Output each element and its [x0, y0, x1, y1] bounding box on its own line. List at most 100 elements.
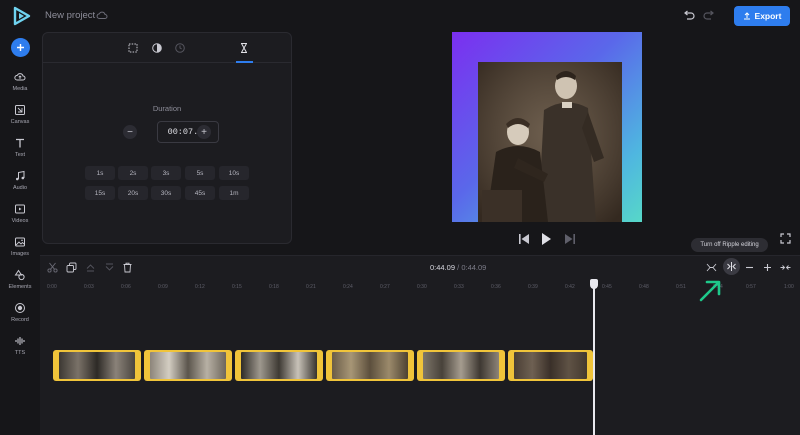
time-display: 0:44.09 / 0:44.09: [430, 263, 486, 272]
video-preview[interactable]: [452, 32, 642, 222]
fullscreen-icon[interactable]: [780, 233, 791, 244]
playhead-line[interactable]: [593, 284, 595, 435]
time-separator: /: [457, 263, 460, 272]
sidebar-item-record[interactable]: Record: [0, 302, 40, 332]
video-clip[interactable]: [235, 350, 323, 381]
image-icon: [15, 237, 25, 247]
zoom-in-icon[interactable]: [762, 262, 773, 273]
sidebar-label-elements: Elements: [8, 284, 32, 290]
sidebar-item-images[interactable]: Images: [0, 236, 40, 266]
canvas-icon: [15, 105, 25, 115]
ruler-tick: 0:00: [47, 284, 57, 290]
clip-thumbnails: [514, 352, 587, 379]
ruler-tick: 0:45: [602, 284, 612, 290]
move-up-icon[interactable]: [85, 262, 96, 273]
crop-icon[interactable]: [127, 42, 139, 54]
sidebar-label-record: Record: [11, 317, 29, 323]
timeline-ruler[interactable]: 0:00 0:03 0:06 0:09 0:12 0:15 0:18 0:21 …: [40, 279, 800, 295]
ruler-tick: 0:12: [195, 284, 205, 290]
preset-button[interactable]: 15s: [85, 186, 115, 200]
scissors-icon[interactable]: [47, 262, 58, 273]
video-clip[interactable]: [417, 350, 505, 381]
sidebar-item-elements[interactable]: Elements: [0, 269, 40, 299]
video-clip[interactable]: [508, 350, 593, 381]
sidebar-item-canvas[interactable]: Canvas: [0, 104, 40, 134]
sidebar-label-canvas: Canvas: [10, 119, 30, 125]
preset-button[interactable]: 20s: [118, 186, 148, 200]
record-icon: [15, 303, 25, 313]
preset-button[interactable]: 3s: [151, 166, 181, 180]
duration-decrease-button[interactable]: −: [123, 125, 137, 139]
duration-increase-button[interactable]: +: [197, 125, 211, 139]
ripple-icon: [727, 262, 736, 271]
video-clip[interactable]: [326, 350, 414, 381]
zoom-out-icon[interactable]: [744, 262, 755, 273]
preset-button[interactable]: 45s: [185, 186, 215, 200]
vintage-couple-image: [478, 62, 622, 222]
trash-icon[interactable]: [122, 262, 133, 273]
annotation-arrow-icon: [699, 280, 721, 302]
ripple-tooltip: Turn off Ripple editing: [691, 238, 768, 252]
top-bar: New project Export: [0, 0, 800, 32]
ripple-editing-button[interactable]: [723, 258, 740, 275]
preset-button[interactable]: 10s: [219, 166, 249, 180]
sidebar-label-tts: TTS: [14, 350, 26, 356]
sidebar-label-media: Media: [12, 86, 28, 92]
play-icon: [542, 233, 551, 245]
ruler-tick: 0:36: [491, 284, 501, 290]
clip-thumbnails: [150, 352, 226, 379]
ruler-tick: 0:30: [417, 284, 427, 290]
preset-button[interactable]: 2s: [118, 166, 148, 180]
timeline[interactable]: 0:00 0:03 0:06 0:09 0:12 0:15 0:18 0:21 …: [40, 279, 800, 435]
app-logo-icon[interactable]: [12, 6, 32, 26]
video-clip[interactable]: [144, 350, 232, 381]
preset-button[interactable]: 30s: [151, 186, 181, 200]
clip-thumbnails: [423, 352, 499, 379]
contrast-icon[interactable]: [151, 42, 163, 54]
waveform-icon: [15, 337, 25, 345]
preset-button[interactable]: 5s: [185, 166, 215, 180]
duplicate-icon[interactable]: [66, 262, 77, 273]
ruler-tick: 0:24: [343, 284, 353, 290]
skip-back-icon: [519, 234, 529, 244]
ruler-tick: 0:42: [565, 284, 575, 290]
add-button[interactable]: [11, 38, 30, 57]
sidebar-item-tts[interactable]: TTS: [0, 335, 40, 365]
ruler-tick: 0:51: [676, 284, 686, 290]
redo-icon[interactable]: [703, 9, 716, 22]
video-clip[interactable]: [53, 350, 141, 381]
preset-button[interactable]: 1s: [85, 166, 115, 180]
sidebar-item-media[interactable]: Media: [0, 71, 40, 101]
duration-label: Duration: [152, 104, 182, 113]
sidebar: Media Canvas Text Audio Videos Images El…: [0, 32, 40, 435]
preset-button[interactable]: 1m: [219, 186, 249, 200]
speed-clock-icon[interactable]: [174, 42, 186, 54]
ruler-tick: 0:33: [454, 284, 464, 290]
skip-forward-icon: [565, 234, 575, 244]
play-button[interactable]: [540, 232, 552, 246]
skip-forward-button[interactable]: [564, 232, 576, 246]
ruler-tick: 0:09: [158, 284, 168, 290]
playhead-handle[interactable]: [590, 279, 598, 289]
sidebar-item-audio[interactable]: Audio: [0, 170, 40, 200]
sidebar-label-videos: Videos: [11, 218, 29, 224]
clip-thumbnails: [241, 352, 317, 379]
hourglass-icon[interactable]: [238, 42, 250, 54]
sidebar-item-videos[interactable]: Videos: [0, 203, 40, 233]
project-title[interactable]: New project: [45, 10, 95, 21]
skip-back-button[interactable]: [518, 232, 530, 246]
export-label: Export: [754, 11, 782, 21]
ruler-tick: 0:15: [232, 284, 242, 290]
ruler-tick: 0:48: [639, 284, 649, 290]
undo-icon[interactable]: [682, 9, 695, 22]
text-icon: [16, 138, 24, 148]
plus-icon: [17, 44, 24, 51]
ruler-tick: 0:57: [746, 284, 756, 290]
active-tab-indicator: [236, 61, 253, 63]
sidebar-item-text[interactable]: Text: [0, 137, 40, 167]
export-button[interactable]: Export: [734, 6, 790, 26]
move-down-icon[interactable]: [104, 262, 115, 273]
panel-tabs: [43, 33, 291, 63]
fit-timeline-icon[interactable]: [780, 262, 791, 273]
split-icon[interactable]: [706, 262, 717, 273]
